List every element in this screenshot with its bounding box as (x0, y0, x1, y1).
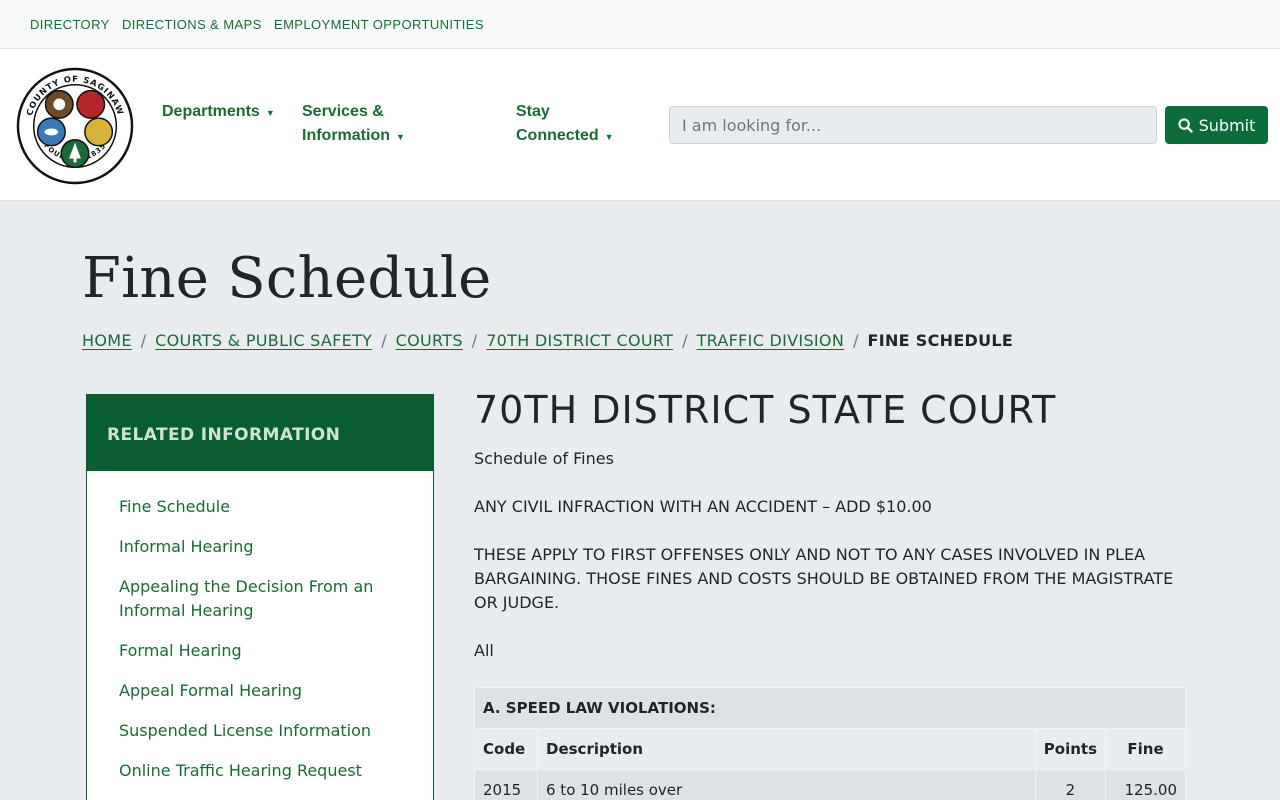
nav-stay-label-line1: Stay (516, 103, 550, 120)
nav-services-information[interactable]: Services & Information ▼ (302, 100, 405, 149)
content-heading: 70TH DISTRICT STATE COURT (474, 388, 1057, 432)
breadcrumb-separator: / (682, 331, 688, 350)
nav-services-label-line2: Information (302, 127, 390, 144)
sidebar-link-fine-schedule[interactable]: Fine Schedule (119, 495, 409, 519)
sidebar-link-formal-hearing[interactable]: Formal Hearing (119, 639, 409, 663)
submit-label: Submit (1198, 115, 1256, 135)
employment-link[interactable]: EMPLOYMENT OPPORTUNITIES (274, 17, 484, 32)
sidebar-link-appealing-informal-hearing[interactable]: Appealing the Decision From an Informal … (119, 575, 409, 623)
cell-points: 2 (1034, 769, 1107, 800)
caret-down-icon: ▼ (265, 108, 275, 118)
breadcrumb: HOME / COURTS & PUBLIC SAFETY / COURTS / 70TH … (82, 331, 1013, 350)
breadcrumb-separator: / (381, 331, 387, 350)
col-header-description: Description (537, 728, 1036, 770)
directory-link[interactable]: DIRECTORY (30, 17, 110, 32)
caret-down-icon: ▼ (604, 132, 614, 142)
cell-fine: 125.00 (1105, 769, 1186, 800)
table-row: 2015 6 to 10 miles over 2 125.00 (474, 769, 1186, 800)
breadcrumb-home[interactable]: HOME (82, 331, 132, 350)
table-section-row: A. SPEED LAW VIOLATIONS: (474, 687, 1186, 729)
fine-table: A. SPEED LAW VIOLATIONS: Code Descriptio… (474, 687, 1186, 800)
schedule-subtitle: Schedule of Fines (474, 449, 614, 468)
section-title: A. SPEED LAW VIOLATIONS: (474, 687, 1186, 729)
breadcrumb-courts-public-safety[interactable]: COURTS & PUBLIC SAFETY (155, 331, 372, 350)
all-label: All (474, 641, 494, 660)
nav-stay-connected[interactable]: Stay Connected ▼ (516, 100, 614, 149)
cell-code: 2015 (474, 769, 538, 800)
caret-down-icon: ▼ (396, 132, 405, 142)
breadcrumb-separator: / (853, 331, 859, 350)
breadcrumb-traffic-division[interactable]: TRAFFIC DIVISION (697, 331, 845, 350)
search-icon (1177, 117, 1193, 133)
sidebar-link-appeal-formal-hearing[interactable]: Appeal Formal Hearing (119, 679, 409, 703)
nav-services-label-line1: Services & (302, 103, 384, 120)
col-header-points: Points (1034, 728, 1107, 770)
col-header-fine: Fine (1105, 728, 1186, 770)
breadcrumb-separator: / (140, 331, 147, 350)
sidebar-heading: RELATED INFORMATION (87, 395, 433, 471)
nav-stay-label-line2: Connected (516, 127, 599, 144)
county-seal-logo[interactable]: COUNTY OF SAGINAW FOUNDED 1835 (16, 67, 134, 185)
first-offense-note: THESE APPLY TO FIRST OFFENSES ONLY AND N… (474, 545, 1174, 612)
sidebar-link-online-traffic-hearing[interactable]: Online Traffic Hearing Request (119, 759, 409, 783)
sidebar-link-informal-hearing[interactable]: Informal Hearing (119, 535, 409, 559)
nav-departments[interactable]: Departments ▼ (162, 100, 275, 125)
directions-maps-link[interactable]: DIRECTIONS & MAPS (122, 17, 262, 32)
breadcrumb-current: FINE SCHEDULE (867, 331, 1014, 350)
page-title: Fine Schedule (82, 246, 492, 311)
sidebar-link-suspended-license[interactable]: Suspended License Information (119, 719, 409, 743)
col-header-code: Code (474, 728, 538, 770)
utility-bar: DIRECTORY DIRECTIONS & MAPS EMPLOYMENT O… (0, 0, 1280, 49)
search-submit-button[interactable]: Submit (1165, 106, 1268, 144)
breadcrumb-courts[interactable]: COURTS (396, 331, 463, 350)
search-input[interactable] (669, 106, 1157, 144)
site-header: COUNTY OF SAGINAW FOUNDED 1835 Departmen… (0, 49, 1280, 201)
table-header-row: Code Description Points Fine (474, 728, 1186, 770)
related-information-sidebar: RELATED INFORMATION Fine Schedule Inform… (86, 394, 434, 800)
nav-departments-label: Departments (162, 103, 260, 120)
breadcrumb-separator: / (471, 331, 478, 350)
cell-description: 6 to 10 miles over (537, 769, 1036, 800)
breadcrumb-70th-district-court[interactable]: 70TH DISTRICT COURT (486, 331, 673, 350)
accident-note: ANY CIVIL INFRACTION WITH AN ACCIDENT – … (474, 497, 932, 516)
